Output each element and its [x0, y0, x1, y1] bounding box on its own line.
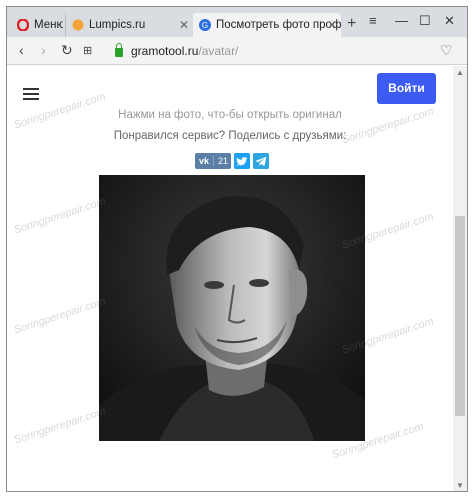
- secure-lock-icon: [115, 42, 123, 57]
- opera-logo-icon: [17, 19, 29, 31]
- close-tab-icon[interactable]: ✕: [179, 18, 189, 32]
- lumpics-favicon-icon: [72, 19, 84, 31]
- login-button[interactable]: Войти: [377, 73, 436, 104]
- gramotool-favicon-icon: G: [199, 19, 211, 31]
- reload-icon[interactable]: ↻: [61, 42, 73, 59]
- scroll-down-icon[interactable]: ▼: [456, 481, 464, 490]
- url-path: /avatar/: [198, 44, 239, 58]
- twitter-share-icon[interactable]: [234, 153, 250, 169]
- profile-photo[interactable]: [99, 175, 365, 441]
- forward-icon[interactable]: ›: [41, 42, 46, 58]
- tab-label: Посмотреть фото проф: [216, 19, 341, 31]
- tab-menu-icon[interactable]: ≡: [369, 13, 377, 28]
- back-icon[interactable]: ‹: [19, 42, 24, 58]
- close-tab-icon[interactable]: ✕: [327, 18, 337, 32]
- minimize-icon[interactable]: —: [395, 13, 408, 28]
- tab-bar: Меню Lumpics.ru ✕ G Посмотреть фото проф…: [7, 7, 467, 37]
- speed-dial-grid-icon[interactable]: ⊞: [83, 44, 92, 57]
- vk-icon: vk: [199, 156, 210, 166]
- address-bar: ‹ › ↻ ⊞ gramotool.ru /avatar/ ♡: [7, 37, 467, 65]
- vertical-scrollbar[interactable]: ▲ ▼: [453, 66, 467, 491]
- share-buttons: vk 21: [195, 153, 269, 169]
- tab-label: Меню: [34, 19, 63, 31]
- opera-menu-tab[interactable]: Меню: [11, 13, 63, 37]
- tab-lumpics[interactable]: Lumpics.ru ✕: [65, 13, 193, 37]
- tab-active[interactable]: G Посмотреть фото проф ✕: [193, 13, 341, 37]
- url-host: gramotool.ru: [131, 44, 199, 58]
- close-window-icon[interactable]: ✕: [444, 13, 455, 29]
- tab-label: Lumpics.ru: [89, 19, 146, 31]
- svg-text:G: G: [202, 21, 208, 30]
- scroll-up-icon[interactable]: ▲: [456, 68, 464, 77]
- telegram-share-icon[interactable]: [253, 153, 269, 169]
- bookmark-heart-icon[interactable]: ♡: [440, 42, 453, 59]
- new-tab-plus-icon[interactable]: +: [347, 15, 356, 33]
- url-field[interactable]: gramotool.ru /avatar/: [115, 41, 238, 61]
- vk-share-button[interactable]: vk 21: [195, 153, 231, 169]
- maximize-icon[interactable]: ☐: [419, 13, 431, 29]
- vk-share-count: 21: [213, 156, 228, 166]
- scrollbar-thumb[interactable]: [455, 216, 465, 416]
- hamburger-menu-icon[interactable]: [23, 88, 39, 100]
